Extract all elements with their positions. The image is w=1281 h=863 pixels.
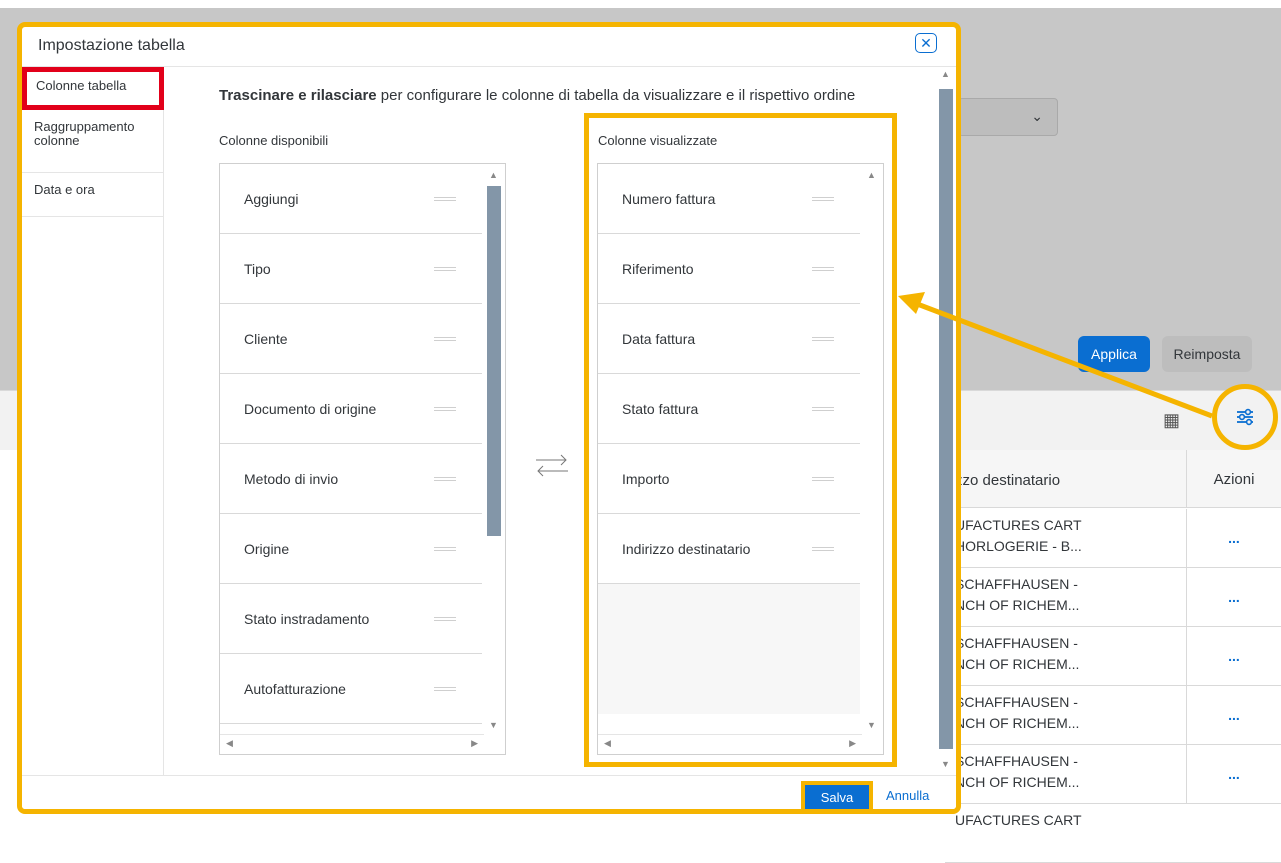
nav-item-column-grouping[interactable]: Raggruppamento colonne	[22, 110, 164, 173]
apply-button[interactable]: Applica	[1078, 336, 1150, 372]
scroll-thumb[interactable]	[487, 186, 501, 536]
drag-handle-icon[interactable]	[434, 197, 456, 201]
shown-columns-list[interactable]: Numero fattura Riferimento Data fattura …	[597, 163, 884, 755]
save-button[interactable]: Salva	[805, 785, 869, 809]
drag-handle-icon[interactable]	[812, 407, 834, 411]
list-item[interactable]: Stato instradamento	[220, 584, 482, 654]
table-row[interactable]: SCHAFFHAUSEN - NCH OF RICHEM......	[945, 568, 1281, 627]
table-settings-icon[interactable]	[1212, 384, 1278, 450]
chevron-down-icon: ⌄	[1031, 108, 1043, 124]
row-actions-button[interactable]: ...	[1186, 627, 1281, 685]
table-row[interactable]: SCHAFFHAUSEN - NCH OF RICHEM......	[945, 627, 1281, 686]
scroll-up-icon[interactable]: ▲	[941, 69, 950, 79]
scroll-left-icon[interactable]: ◀	[604, 738, 611, 749]
scroll-up-icon[interactable]: ▲	[489, 170, 498, 180]
scroll-left-icon[interactable]: ◀	[226, 738, 233, 749]
list-scrollbar[interactable]: ▲ ▼	[485, 170, 503, 730]
list-item[interactable]: Indirizzo destinatario	[598, 514, 860, 584]
row-actions-button[interactable]: ...	[1186, 568, 1281, 626]
list-item[interactable]: Origine	[220, 514, 482, 584]
scroll-right-icon[interactable]: ▶	[471, 738, 478, 749]
drag-handle-icon[interactable]	[434, 337, 456, 341]
grid-icon[interactable]: ▦	[1163, 410, 1180, 431]
sliders-icon	[1237, 408, 1253, 426]
drag-handle-icon[interactable]	[434, 617, 456, 621]
save-highlight: Salva	[801, 781, 873, 809]
drag-handle-icon[interactable]	[812, 547, 834, 551]
list-item[interactable]: Riferimento	[598, 234, 860, 304]
table-row[interactable]: SCHAFFHAUSEN - NCH OF RICHEM......	[945, 745, 1281, 804]
scroll-down-icon[interactable]: ▼	[941, 759, 950, 769]
row-actions-button[interactable]: ...	[1186, 509, 1281, 567]
available-columns-list[interactable]: Aggiungi Tipo Cliente Documento di origi…	[219, 163, 506, 755]
horizontal-scrollbar[interactable]: ◀ ▶	[220, 734, 484, 754]
list-item[interactable]: Cliente	[220, 304, 482, 374]
column-header-actions: Azioni	[1186, 450, 1281, 508]
scroll-up-icon[interactable]: ▲	[867, 170, 876, 180]
filter-select[interactable]: ⌄	[958, 98, 1058, 136]
drag-handle-icon[interactable]	[434, 407, 456, 411]
drag-handle-icon[interactable]	[812, 267, 834, 271]
list-item[interactable]: Autofatturazione	[220, 654, 482, 724]
column-header-address[interactable]: zzo destinatario	[955, 472, 1060, 489]
dialog-nav: Colonne tabella Raggruppamento colonne D…	[22, 67, 164, 775]
table-row[interactable]: UFACTURES CART	[945, 804, 1281, 863]
reset-button[interactable]: Reimposta	[1162, 336, 1252, 372]
list-scrollbar[interactable]: ▲ ▼	[863, 170, 881, 730]
drag-handle-icon[interactable]	[812, 337, 834, 341]
list-item[interactable]: Tipo	[220, 234, 482, 304]
scroll-down-icon[interactable]: ▼	[489, 720, 498, 730]
table-row[interactable]: UFACTURES CART HORLOGERIE - B......	[945, 509, 1281, 568]
list-item[interactable]: Aggiungi	[220, 164, 482, 234]
drop-area[interactable]	[598, 584, 860, 714]
dialog-scrollbar[interactable]: ▲ ▼	[937, 69, 955, 769]
dialog-header: Impostazione tabella ✕	[22, 27, 956, 67]
list-item[interactable]: Metodo di invio	[220, 444, 482, 514]
swap-arrows-icon	[536, 454, 568, 477]
list-item[interactable]: Importo	[598, 444, 860, 514]
row-actions-button[interactable]: ...	[1186, 745, 1281, 803]
list-item[interactable]: Numero fattura	[598, 164, 860, 234]
dialog-body: Trascinare e rilasciare per configurare …	[164, 67, 956, 775]
drag-handle-icon[interactable]	[812, 477, 834, 481]
drag-handle-icon[interactable]	[434, 687, 456, 691]
list-item[interactable]: Documento di origine	[220, 374, 482, 444]
horizontal-scrollbar[interactable]: ◀ ▶	[598, 734, 862, 754]
table-settings-dialog: Impostazione tabella ✕ Colonne tabella R…	[17, 22, 961, 814]
scroll-thumb[interactable]	[939, 89, 953, 749]
nav-item-date-time[interactable]: Data e ora	[22, 173, 164, 217]
table-row[interactable]: SCHAFFHAUSEN - NCH OF RICHEM......	[945, 686, 1281, 745]
scroll-right-icon[interactable]: ▶	[849, 738, 856, 749]
available-columns-label: Colonne disponibili	[219, 133, 329, 148]
row-actions-button[interactable]: ...	[1186, 686, 1281, 744]
cancel-button[interactable]: Annulla	[886, 788, 929, 803]
drag-handle-icon[interactable]	[812, 197, 834, 201]
close-icon[interactable]: ✕	[915, 33, 937, 53]
drag-handle-icon[interactable]	[434, 267, 456, 271]
drag-handle-icon[interactable]	[434, 547, 456, 551]
drag-handle-icon[interactable]	[434, 477, 456, 481]
list-item[interactable]: Data fattura	[598, 304, 860, 374]
nav-item-table-columns[interactable]: Colonne tabella	[22, 67, 164, 110]
instructions: Trascinare e rilasciare per configurare …	[219, 87, 856, 104]
dialog-title: Impostazione tabella	[38, 37, 185, 54]
dialog-footer: Salva Annulla	[22, 775, 956, 809]
list-item[interactable]: Stato fattura	[598, 374, 860, 444]
scroll-down-icon[interactable]: ▼	[867, 720, 876, 730]
